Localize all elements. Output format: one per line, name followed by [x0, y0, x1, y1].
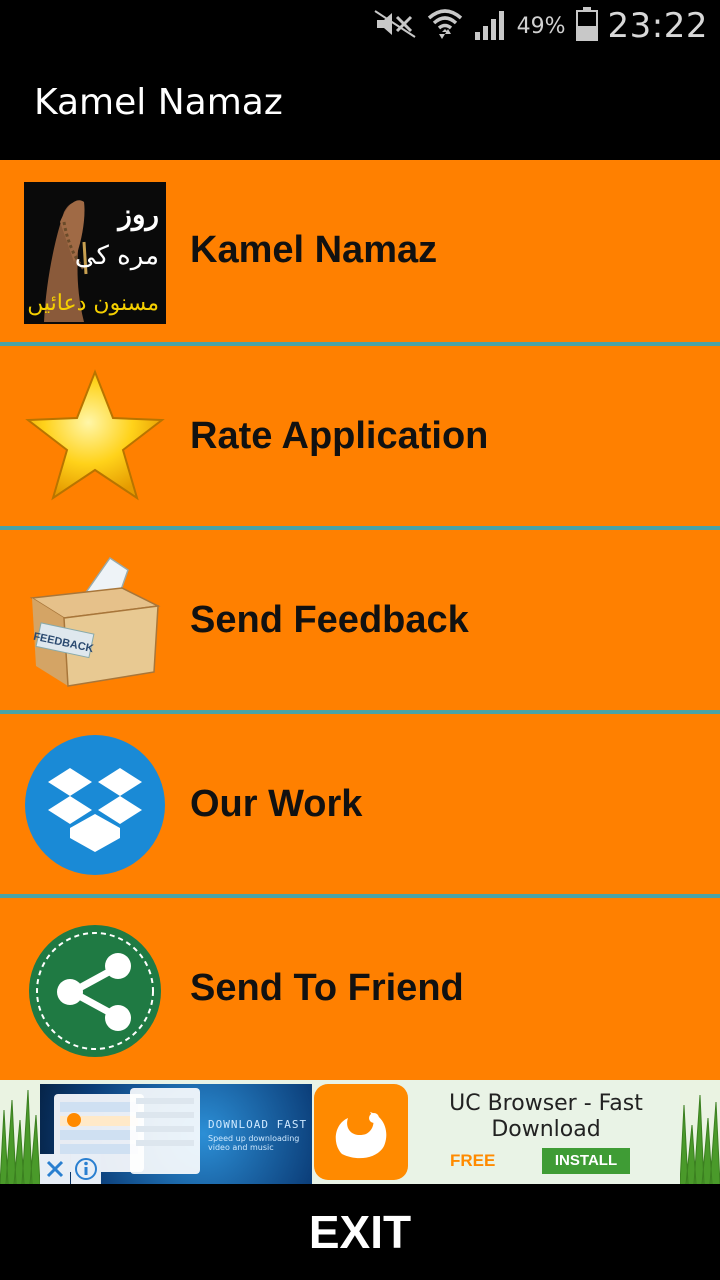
ad-close-controls	[40, 1154, 102, 1188]
menu-item-label: Kamel Namaz	[190, 228, 438, 271]
grass-decoration	[0, 1080, 40, 1184]
ad-banner-subtext: Speed up downloading video and music	[208, 1134, 300, 1152]
dropbox-icon	[24, 734, 166, 876]
svg-text:مره کی: مره کی	[75, 241, 159, 271]
ad-price: FREE	[450, 1151, 496, 1170]
app-bar: Kamel Namaz	[0, 52, 720, 166]
menu-item-our-work[interactable]: Our Work	[0, 714, 720, 894]
star-icon	[24, 366, 166, 508]
install-button[interactable]: INSTALL	[542, 1148, 630, 1174]
menu-list: روز مره کی مسنون دعائیں Kamel Namaz Rate…	[0, 160, 720, 1080]
battery-icon	[575, 7, 598, 45]
menu-item-label: Send Feedback	[190, 598, 469, 641]
svg-text:مسنون دعائیں: مسنون دعائیں	[27, 291, 159, 316]
mute-icon	[373, 9, 417, 43]
ad-title: UC Browser - Fast Download	[449, 1091, 643, 1142]
exit-bar: EXIT	[0, 1184, 720, 1280]
signal-icon	[473, 8, 507, 44]
ad-banner-headline: DOWNLOAD FAST	[208, 1118, 308, 1131]
menu-item-label: Send To Friend	[190, 966, 464, 1009]
menu-item-label: Our Work	[190, 782, 363, 825]
status-bar: 49% 23:22	[0, 0, 720, 52]
battery-percent: 49%	[516, 13, 566, 39]
menu-item-label: Rate Application	[190, 414, 489, 457]
feedback-box-icon: FEEDBACK	[24, 548, 166, 690]
svg-text:روز: روز	[116, 198, 159, 232]
uc-browser-logo[interactable]	[314, 1084, 408, 1180]
clock: 23:22	[607, 6, 708, 46]
menu-item-send-feedback[interactable]: FEEDBACK Send Feedback	[0, 530, 720, 710]
prayer-hands-thumbnail: روز مره کی مسنون دعائیں	[24, 182, 166, 324]
wifi-icon	[427, 6, 463, 46]
share-icon	[24, 920, 166, 1062]
exit-button[interactable]: EXIT	[0, 1184, 720, 1280]
grass-decoration	[680, 1080, 720, 1184]
menu-item-rate-application[interactable]: Rate Application	[0, 346, 720, 526]
menu-item-kamel-namaz[interactable]: روز مره کی مسنون دعائیں Kamel Namaz	[0, 160, 720, 340]
menu-item-send-to-friend[interactable]: Send To Friend	[0, 898, 720, 1080]
app-title: Kamel Namaz	[34, 82, 283, 123]
